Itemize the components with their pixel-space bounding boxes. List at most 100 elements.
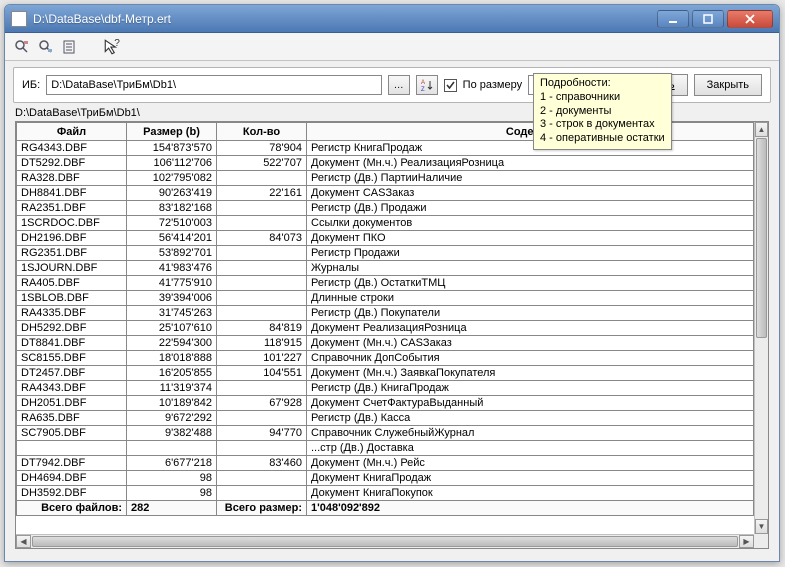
cell-file: DH8841.DBF xyxy=(17,186,127,201)
cell-file: 1SCRDOC.DBF xyxy=(17,216,127,231)
cell-content: Регистр Продажи xyxy=(307,246,754,261)
table-row[interactable]: RA4343.DBF11'319'374Регистр (Дв.) КнигаП… xyxy=(17,381,754,396)
cell-content: Справочник СлужебныйЖурнал xyxy=(307,426,754,441)
cell-content: Длинные строки xyxy=(307,291,754,306)
help-cursor-icon[interactable]: ? xyxy=(103,38,121,56)
cell-size: 102'795'082 xyxy=(127,171,217,186)
tool-icon-3[interactable] xyxy=(61,38,79,56)
scroll-left-arrow[interactable]: ◀ xyxy=(16,535,31,548)
cell-file: DH2196.DBF xyxy=(17,231,127,246)
cell-size: 98 xyxy=(127,486,217,501)
svg-text:A: A xyxy=(421,80,425,86)
table-row[interactable]: DH3592.DBF98Документ КнигаПокупок xyxy=(17,486,754,501)
table-row[interactable]: DH2051.DBF10'189'84267'928Документ СчетФ… xyxy=(17,396,754,411)
vertical-scrollbar[interactable]: ▲ ▼ xyxy=(754,122,768,534)
cell-content: Регистр (Дв.) Продажи xyxy=(307,201,754,216)
cell-count: 118'915 xyxy=(217,336,307,351)
close-panel-button[interactable]: Закрыть xyxy=(694,74,762,96)
table-row[interactable]: SC8155.DBF18'018'888101'227Справочник До… xyxy=(17,351,754,366)
table-row[interactable]: 1SBLOB.DBF39'394'006Длинные строки xyxy=(17,291,754,306)
cell-size: 90'263'419 xyxy=(127,186,217,201)
cell-file: RA2351.DBF xyxy=(17,201,127,216)
tooltip-line: 4 - оперативные остатки xyxy=(540,132,665,146)
cell-content: Документ ПКО xyxy=(307,231,754,246)
cell-count xyxy=(217,441,307,456)
table-row[interactable]: RA2351.DBF83'182'168 Регистр (Дв.) Продаж… xyxy=(17,201,754,216)
horizontal-scrollbar[interactable]: ◀ ▶ xyxy=(16,534,754,548)
cell-count xyxy=(217,291,307,306)
tool-icon-1[interactable] xyxy=(13,38,31,56)
browse-button[interactable]: … xyxy=(388,75,410,95)
table-row[interactable]: 1SJOURN.DBF41'983'476Журналы xyxy=(17,261,754,276)
table-row[interactable]: SC7905.DBF9'382'48894'770Справочник Служ… xyxy=(17,426,754,441)
cell-count: 78'904 xyxy=(217,141,307,156)
cell-size: 9'382'488 xyxy=(127,426,217,441)
table-row[interactable]: RA635.DBF9'672'292Регистр (Дв.) Касса xyxy=(17,411,754,426)
titlebar[interactable]: D:\DataBase\dbf-Метр.ert xyxy=(5,5,779,33)
cell-size: 98 xyxy=(127,471,217,486)
cell-file: DH3592.DBF xyxy=(17,486,127,501)
cell-content: Документ CASЗаказ xyxy=(307,186,754,201)
by-size-checkbox[interactable] xyxy=(444,79,457,92)
scroll-thumb[interactable] xyxy=(756,138,767,338)
cell-size: 16'205'855 xyxy=(127,366,217,381)
cell-count xyxy=(217,486,307,501)
cell-file: RA328.DBF xyxy=(17,171,127,186)
cell-size: 41'983'476 xyxy=(127,261,217,276)
table-row[interactable]: RA405.DBF41'775'910Регистр (Дв.) Остатки… xyxy=(17,276,754,291)
cell-content: Регистр (Дв.) КнигаПродаж xyxy=(307,381,754,396)
table-row[interactable]: DH8841.DBF90'263'41922'161Документ CASЗа… xyxy=(17,186,754,201)
col-header-file[interactable]: Файл xyxy=(17,123,127,141)
cell-count: 84'819 xyxy=(217,321,307,336)
minimize-button[interactable] xyxy=(657,10,689,28)
table-row[interactable]: DH5292.DBF25'107'61084'819Документ Реали… xyxy=(17,321,754,336)
footer-files-value: 282 xyxy=(127,501,217,516)
col-header-size[interactable]: Размер (b) xyxy=(127,123,217,141)
cell-count xyxy=(217,261,307,276)
col-header-content[interactable]: Содержа xyxy=(307,123,754,141)
table-row[interactable]: 1SCRDOC.DBF72'510'003Ссылки документов xyxy=(17,216,754,231)
cell-file: DH4694.DBF xyxy=(17,471,127,486)
table-row[interactable]: DT2457.DBF16'205'855104'551Документ (Мн.… xyxy=(17,366,754,381)
cell-content: Документ (Мн.ч.) CASЗаказ xyxy=(307,336,754,351)
file-table[interactable]: Файл Размер (b) Кол-во Содержа RG4343.DB… xyxy=(16,122,754,516)
table-row[interactable]: RG2351.DBF53'892'701Регистр Продажи xyxy=(17,246,754,261)
table-row[interactable]: DT7942.DBF6'677'21883'460Документ (Мн.ч.… xyxy=(17,456,754,471)
close-button[interactable] xyxy=(727,10,773,28)
table-row[interactable]: ...стр (Дв.) Доставка xyxy=(17,441,754,456)
col-header-count[interactable]: Кол-во xyxy=(217,123,307,141)
cell-count xyxy=(217,471,307,486)
cell-size: 83'182'168 xyxy=(127,201,217,216)
cell-file: DH5292.DBF xyxy=(17,321,127,336)
tooltip: Подробности: 1 - справочники 2 - докумен… xyxy=(533,73,672,150)
table-row[interactable]: DH4694.DBF98Документ КнигаПродаж xyxy=(17,471,754,486)
cell-count: 22'161 xyxy=(217,186,307,201)
cell-count: 83'460 xyxy=(217,456,307,471)
by-size-label: По размеру xyxy=(463,79,522,91)
scroll-down-arrow[interactable]: ▼ xyxy=(755,519,768,534)
cell-count xyxy=(217,381,307,396)
cell-count xyxy=(217,411,307,426)
table-row[interactable]: RA328.DBF102'795'082Регистр (Дв.) Партии… xyxy=(17,171,754,186)
table-row[interactable]: RA4335.DBF31'745'263Регистр (Дв.) Покупа… xyxy=(17,306,754,321)
table-row[interactable]: DH2196.DBF56'414'20184'073Документ ПКО xyxy=(17,231,754,246)
hscroll-thumb[interactable] xyxy=(32,536,738,547)
cell-file: 1SJOURN.DBF xyxy=(17,261,127,276)
cell-file: DT2457.DBF xyxy=(17,366,127,381)
cell-file: RA4343.DBF xyxy=(17,381,127,396)
window-title: D:\DataBase\dbf-Метр.ert xyxy=(33,12,657,26)
cell-content: Регистр КнигаПродаж xyxy=(307,141,754,156)
cell-size: 31'745'263 xyxy=(127,306,217,321)
scroll-right-arrow[interactable]: ▶ xyxy=(739,535,754,548)
sort-button[interactable]: AZ xyxy=(416,75,438,95)
svg-text:Z: Z xyxy=(421,87,425,92)
cell-file: SC8155.DBF xyxy=(17,351,127,366)
cell-size: 154'873'570 xyxy=(127,141,217,156)
maximize-button[interactable] xyxy=(692,10,724,28)
table-row[interactable]: DT5292.DBF106'112'706522'707Документ (Мн… xyxy=(17,156,754,171)
table-row[interactable]: DT8841.DBF22'594'300118'915Документ (Мн.… xyxy=(17,336,754,351)
cell-count: 104'551 xyxy=(217,366,307,381)
db-path-input[interactable] xyxy=(46,75,381,95)
tool-icon-2[interactable] xyxy=(37,38,55,56)
scroll-up-arrow[interactable]: ▲ xyxy=(755,122,768,137)
